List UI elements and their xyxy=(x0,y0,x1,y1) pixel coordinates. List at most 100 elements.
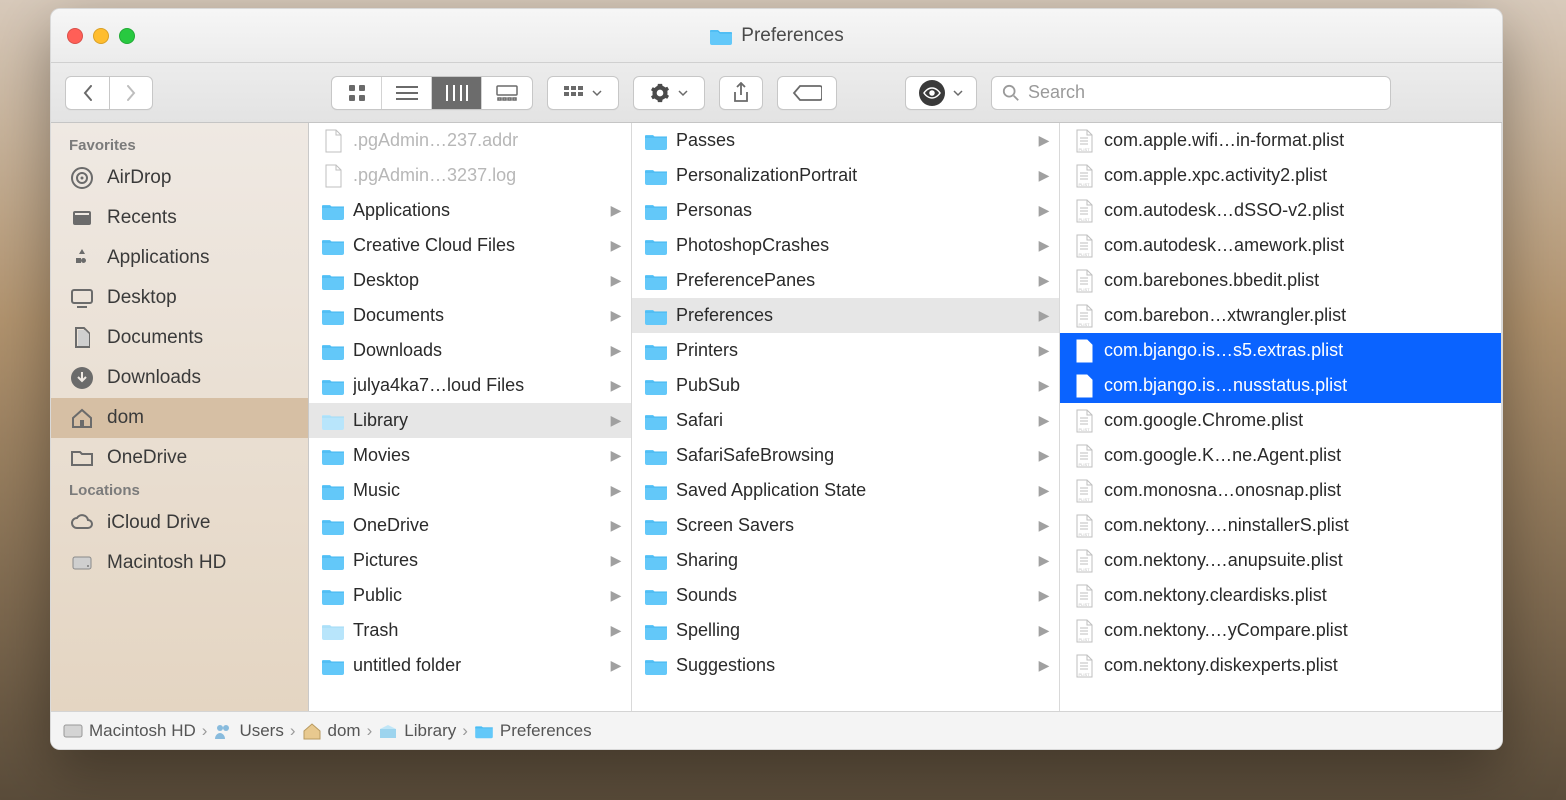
list-item[interactable]: Documents▶ xyxy=(309,298,631,333)
path-label: Library xyxy=(404,721,456,741)
item-label: PreferencePanes xyxy=(676,270,1029,291)
list-item[interactable]: Suggestions▶ xyxy=(632,648,1059,683)
list-item[interactable]: SafariSafeBrowsing▶ xyxy=(632,438,1059,473)
path-segment[interactable]: Library xyxy=(378,721,456,741)
tags-button[interactable] xyxy=(777,76,837,110)
list-item[interactable]: Library▶ xyxy=(309,403,631,438)
sidebar-item-desktop[interactable]: Desktop xyxy=(51,278,308,318)
list-item[interactable]: PubSub▶ xyxy=(632,368,1059,403)
list-item[interactable]: PhotoshopCrashes▶ xyxy=(632,228,1059,263)
disk-icon xyxy=(69,550,95,576)
list-item[interactable]: PLISTcom.nektony.diskexperts.plist xyxy=(1060,648,1501,683)
svg-text:PLIST: PLIST xyxy=(1078,217,1090,222)
list-item[interactable]: Downloads▶ xyxy=(309,333,631,368)
list-item[interactable]: Spelling▶ xyxy=(632,613,1059,648)
svg-text:PLIST: PLIST xyxy=(1078,602,1090,607)
minimize-button[interactable] xyxy=(93,28,109,44)
list-item[interactable]: Sharing▶ xyxy=(632,543,1059,578)
list-item[interactable]: Preferences▶ xyxy=(632,298,1059,333)
svg-text:PLIST: PLIST xyxy=(1078,497,1090,502)
list-item[interactable]: PLISTcom.nektony.…yCompare.plist xyxy=(1060,613,1501,648)
list-item[interactable]: OneDrive▶ xyxy=(309,508,631,543)
sidebar-item-recents[interactable]: Recents xyxy=(51,198,308,238)
sidebar-item-dom[interactable]: dom xyxy=(51,398,308,438)
window-title-text: Preferences xyxy=(741,25,843,47)
list-item[interactable]: PLISTcom.google.K…ne.Agent.plist xyxy=(1060,438,1501,473)
column-view-button[interactable] xyxy=(432,77,482,109)
list-item[interactable]: .pgAdmin…237.addr xyxy=(309,123,631,158)
share-button[interactable] xyxy=(719,76,763,110)
list-item[interactable]: Creative Cloud Files▶ xyxy=(309,228,631,263)
item-icon: PLIST xyxy=(1072,551,1096,571)
search-field[interactable]: Search xyxy=(991,76,1391,110)
path-segment[interactable]: dom xyxy=(302,721,361,741)
chevron-right-icon: ▶ xyxy=(609,587,623,604)
list-item[interactable]: Movies▶ xyxy=(309,438,631,473)
zoom-button[interactable] xyxy=(119,28,135,44)
icon-view-button[interactable] xyxy=(332,77,382,109)
list-item[interactable]: PLISTcom.nektony.…anupsuite.plist xyxy=(1060,543,1501,578)
list-item[interactable]: PLISTcom.nektony.cleardisks.plist xyxy=(1060,578,1501,613)
list-item[interactable]: Personas▶ xyxy=(632,193,1059,228)
list-item[interactable]: Desktop▶ xyxy=(309,263,631,298)
item-label: Screen Savers xyxy=(676,515,1029,536)
list-item[interactable]: julya4ka7…loud Files▶ xyxy=(309,368,631,403)
list-item[interactable]: Trash▶ xyxy=(309,613,631,648)
list-item[interactable]: PersonalizationPortrait▶ xyxy=(632,158,1059,193)
arrange-button[interactable] xyxy=(547,76,619,110)
item-icon xyxy=(321,446,345,466)
item-label: PhotoshopCrashes xyxy=(676,235,1029,256)
list-item[interactable]: Screen Savers▶ xyxy=(632,508,1059,543)
action-button[interactable] xyxy=(633,76,705,110)
sidebar-item-icloud-drive[interactable]: iCloud Drive xyxy=(51,503,308,543)
sidebar-item-onedrive[interactable]: OneDrive xyxy=(51,438,308,478)
close-button[interactable] xyxy=(67,28,83,44)
sidebar-item-applications[interactable]: Applications xyxy=(51,238,308,278)
item-icon xyxy=(321,656,345,676)
list-item[interactable]: Public▶ xyxy=(309,578,631,613)
sidebar-item-macintosh-hd[interactable]: Macintosh HD xyxy=(51,543,308,583)
list-item[interactable]: Sounds▶ xyxy=(632,578,1059,613)
list-item[interactable]: PLISTcom.barebon…xtwrangler.plist xyxy=(1060,298,1501,333)
sidebar-item-documents[interactable]: Documents xyxy=(51,318,308,358)
sidebar-item-downloads[interactable]: Downloads xyxy=(51,358,308,398)
list-item[interactable]: PLISTcom.bjango.is…s5.extras.plist xyxy=(1060,333,1501,368)
cloud-icon xyxy=(69,510,95,536)
item-icon xyxy=(321,516,345,536)
list-item[interactable]: PLISTcom.monosna…onosnap.plist xyxy=(1060,473,1501,508)
list-item[interactable]: Passes▶ xyxy=(632,123,1059,158)
path-segment[interactable]: Users xyxy=(213,721,283,741)
list-item[interactable]: PLISTcom.apple.wifi…in-format.plist xyxy=(1060,123,1501,158)
item-label: Library xyxy=(353,410,601,431)
quicklook-button[interactable] xyxy=(905,76,977,110)
list-item[interactable]: Applications▶ xyxy=(309,193,631,228)
path-segment[interactable]: Preferences xyxy=(474,721,592,741)
list-item[interactable]: Safari▶ xyxy=(632,403,1059,438)
gallery-view-button[interactable] xyxy=(482,77,532,109)
item-icon xyxy=(644,306,668,326)
item-label: Preferences xyxy=(676,305,1029,326)
list-item[interactable]: untitled folder▶ xyxy=(309,648,631,683)
list-item[interactable]: PreferencePanes▶ xyxy=(632,263,1059,298)
item-icon: PLIST xyxy=(1072,131,1096,151)
chevron-right-icon: ▶ xyxy=(1037,167,1051,184)
list-item[interactable]: PLISTcom.autodesk…amework.plist xyxy=(1060,228,1501,263)
list-item[interactable]: PLISTcom.barebones.bbedit.plist xyxy=(1060,263,1501,298)
list-item[interactable]: PLISTcom.bjango.is…nusstatus.plist xyxy=(1060,368,1501,403)
sidebar-item-airdrop[interactable]: AirDrop xyxy=(51,158,308,198)
list-item[interactable]: PLISTcom.autodesk…dSSO-v2.plist xyxy=(1060,193,1501,228)
list-item[interactable]: PLISTcom.google.Chrome.plist xyxy=(1060,403,1501,438)
forward-button[interactable] xyxy=(109,76,153,110)
list-item[interactable]: PLISTcom.apple.xpc.activity2.plist xyxy=(1060,158,1501,193)
list-item[interactable]: PLISTcom.nektony.…ninstallerS.plist xyxy=(1060,508,1501,543)
back-button[interactable] xyxy=(65,76,109,110)
svg-text:PLIST: PLIST xyxy=(1078,672,1090,677)
list-item[interactable]: Music▶ xyxy=(309,473,631,508)
list-item[interactable]: Saved Application State▶ xyxy=(632,473,1059,508)
list-item[interactable]: Printers▶ xyxy=(632,333,1059,368)
list-item[interactable]: Pictures▶ xyxy=(309,543,631,578)
chevron-right-icon: ▶ xyxy=(1037,447,1051,464)
list-item[interactable]: .pgAdmin…3237.log xyxy=(309,158,631,193)
path-segment[interactable]: Macintosh HD xyxy=(63,721,196,741)
list-view-button[interactable] xyxy=(382,77,432,109)
